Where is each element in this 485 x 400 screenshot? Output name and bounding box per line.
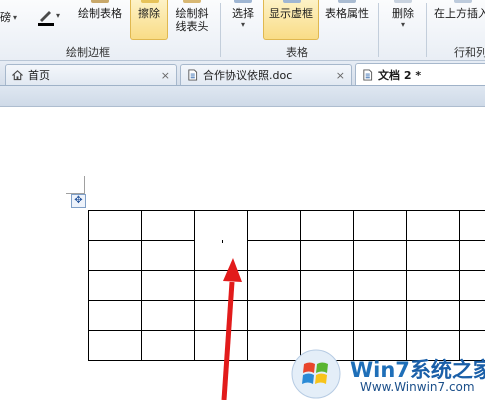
watermark-url: Www.Winwin7.com [360,380,475,394]
watermark: Win7系统之家 Www.Winwin7.com [290,346,485,400]
watermark-title: 系统之家 [409,358,485,382]
watermark-brand: Win7 [350,358,410,382]
document-table[interactable] [0,0,485,400]
windows-logo-icon [291,349,341,399]
